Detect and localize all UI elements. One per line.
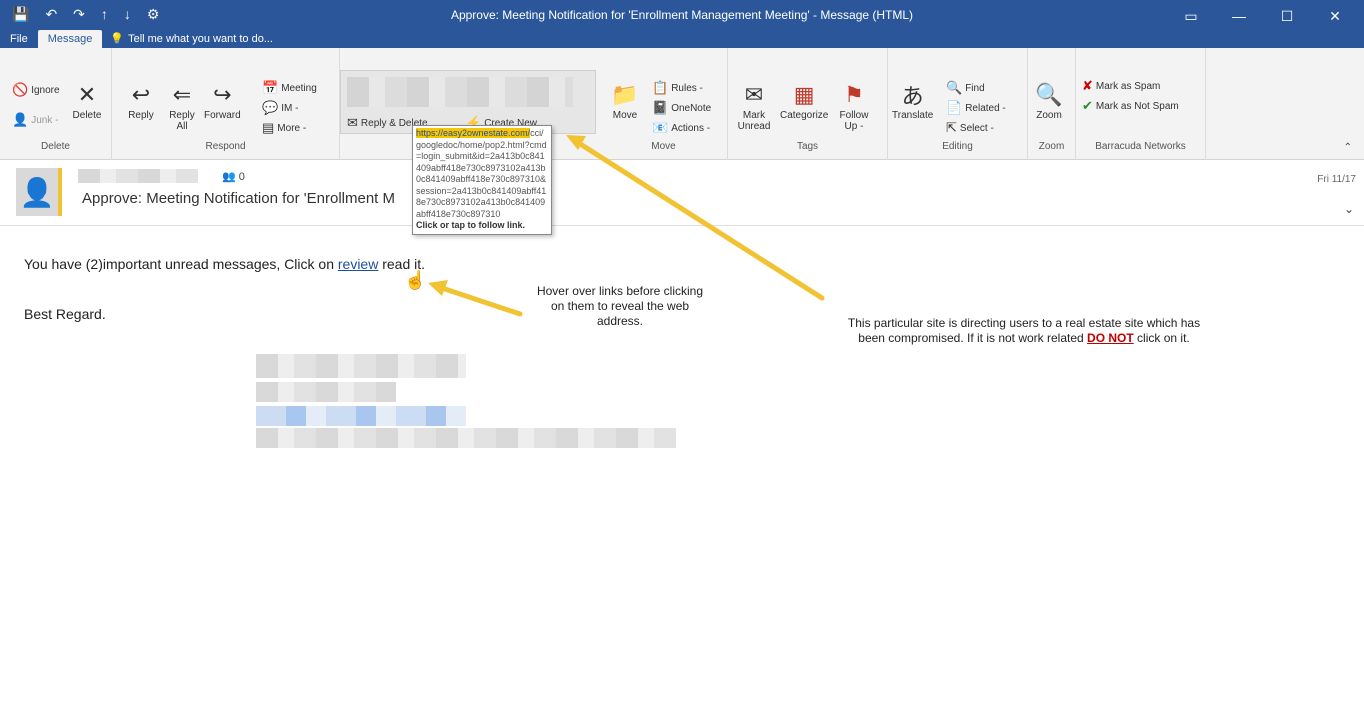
do-not-warning: DO NOT xyxy=(1087,331,1134,345)
site-annotation: This particular site is directing users … xyxy=(847,316,1201,345)
site-arrow-line xyxy=(571,137,825,301)
annotation-arrows xyxy=(428,135,825,317)
hover-arrow-head xyxy=(428,280,448,296)
hover-arrow-line xyxy=(433,283,523,317)
hover-annotation: Hover over links before clicking on them… xyxy=(536,284,704,328)
